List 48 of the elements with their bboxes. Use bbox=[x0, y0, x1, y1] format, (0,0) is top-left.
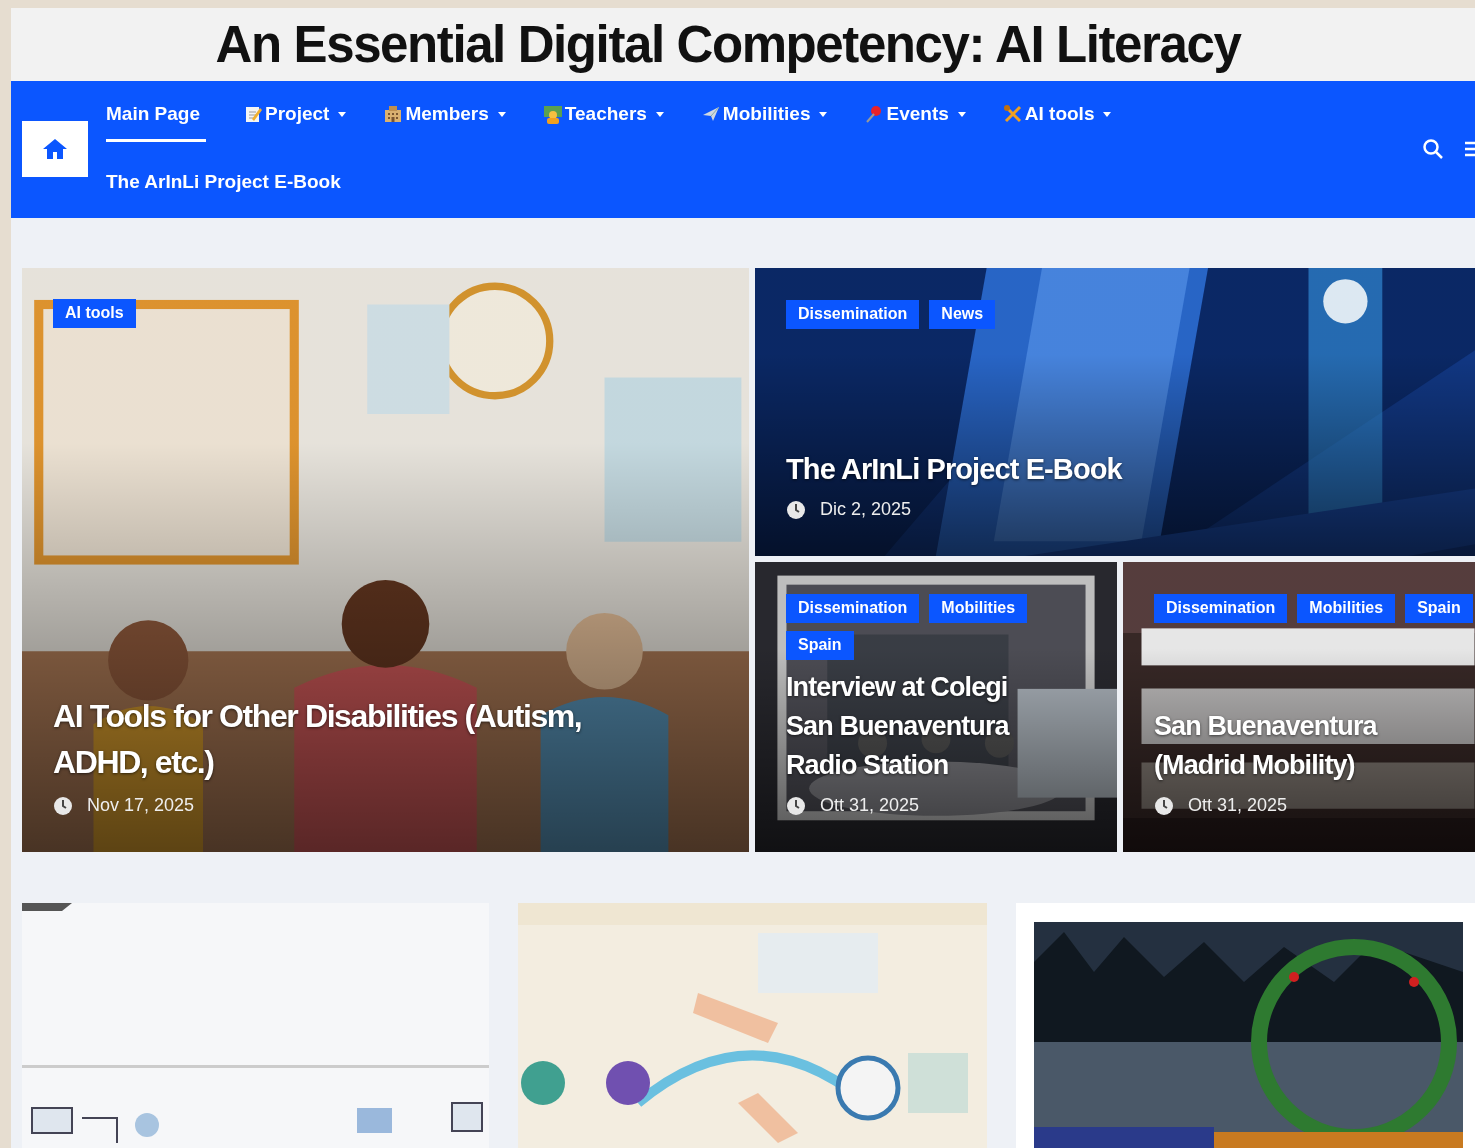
clock-icon bbox=[786, 795, 806, 816]
category-tag[interactable]: Mobilities bbox=[929, 594, 1028, 623]
post-title[interactable]: AI Tools for Other Disabilities (Autism, ADHD, etc.) bbox=[53, 693, 582, 785]
nav-menu-item[interactable]: The ArInLi Project E-Book bbox=[106, 149, 341, 210]
caret-icon bbox=[338, 111, 347, 117]
post-card[interactable]: Dissemination News The ArInLi Project E-Book Dic 2, 2025 bbox=[755, 268, 1475, 556]
post-title[interactable]: San Buenaventura (Madrid Mobility) bbox=[1154, 707, 1377, 785]
post-date: Ott 31, 2025 bbox=[1188, 795, 1288, 816]
caret-icon bbox=[1103, 111, 1112, 117]
category-tag[interactable]: Spain bbox=[786, 631, 854, 660]
nav-menu-item[interactable]: Mobilities bbox=[700, 81, 828, 142]
category-tag[interactable]: Spain bbox=[1405, 594, 1473, 623]
caret-icon bbox=[957, 111, 966, 117]
category-tag[interactable]: Dissemination bbox=[1154, 594, 1288, 623]
clock-icon bbox=[1154, 795, 1174, 816]
category-tag[interactable]: AI tools bbox=[53, 299, 136, 328]
building-icon bbox=[383, 104, 404, 124]
caret-icon bbox=[655, 111, 664, 117]
clock-icon bbox=[786, 499, 806, 520]
site-title: An Essential Digital Competency: AI Literacy bbox=[215, 15, 1241, 74]
nav-menu-item[interactable]: Main Page bbox=[106, 81, 206, 142]
nav-menu-item[interactable]: Members bbox=[383, 81, 506, 142]
post-card[interactable]: Dissemination Mobilities Spain Interview at Colegi San Buenaventura Radio Station Ott 31, 2025 bbox=[755, 562, 1117, 852]
caret-icon bbox=[497, 111, 506, 117]
category-tag[interactable]: Dissemination bbox=[786, 300, 920, 329]
category-tag[interactable]: News bbox=[929, 300, 996, 329]
memo-icon bbox=[243, 104, 263, 124]
post-date: Ott 31, 2025 bbox=[820, 795, 920, 816]
tools-icon bbox=[1002, 104, 1023, 124]
nav-menu-item[interactable]: Teachers bbox=[542, 81, 664, 142]
post-card[interactable]: Dissemination Mobilities Spain San Buenaventura (Madrid Mobility) Ott 31, 2025 bbox=[1123, 562, 1475, 852]
home-icon bbox=[42, 137, 68, 161]
post-title[interactable]: The ArInLi Project E-Book bbox=[786, 450, 1122, 489]
teacher-icon bbox=[542, 104, 563, 124]
home-button[interactable] bbox=[22, 121, 88, 177]
post-date: Nov 17, 2025 bbox=[87, 795, 195, 816]
nav-menu-item[interactable]: AI tools bbox=[1002, 81, 1112, 142]
category-tag[interactable]: Mobilities bbox=[1297, 594, 1396, 623]
category-tag[interactable]: Dissemination bbox=[786, 594, 920, 623]
nav-menu-item[interactable]: Project bbox=[243, 81, 347, 142]
post-date: Dic 2, 2025 bbox=[820, 499, 912, 520]
nav-menu-item[interactable]: Events bbox=[864, 81, 966, 142]
menu-icon[interactable] bbox=[1465, 140, 1475, 158]
caret-icon bbox=[819, 111, 828, 117]
post-title[interactable]: Interview at Colegi San Buenaventura Radio Station bbox=[786, 668, 1009, 785]
search-icon[interactable] bbox=[1422, 138, 1444, 160]
post-card[interactable]: AI tools AI Tools for Other Disabilities (Autism, ADHD, etc.) Nov 17, 2025 bbox=[22, 268, 749, 852]
clock-icon bbox=[53, 795, 73, 816]
